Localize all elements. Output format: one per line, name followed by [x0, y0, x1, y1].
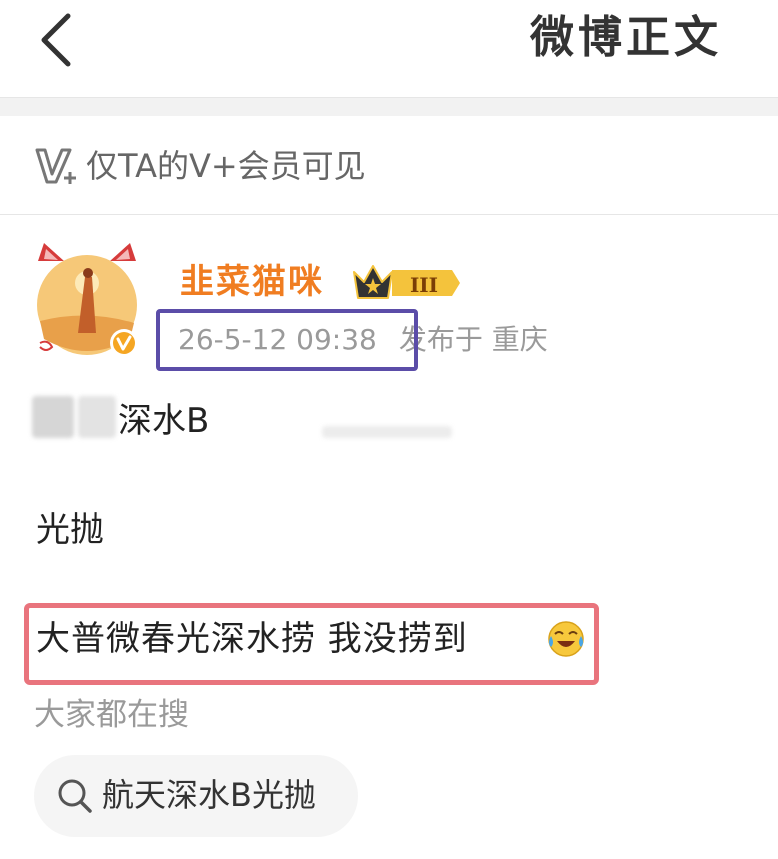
crown-level-badge-icon: III — [353, 265, 460, 299]
divider-band — [0, 97, 778, 116]
top-bar: 微博正文 — [0, 0, 778, 97]
blurred-text — [322, 426, 452, 438]
blurred-text — [32, 396, 74, 438]
search-suggestion-text: 航天深水B光抛 — [102, 776, 316, 814]
blurred-text — [78, 396, 116, 438]
avatar[interactable] — [30, 243, 144, 361]
author-name[interactable]: 韭菜猫咪 — [180, 260, 324, 304]
page-title: 微博正文 — [530, 12, 722, 63]
laugh-cry-emoji-icon — [548, 621, 584, 657]
chevron-left-icon[interactable] — [30, 10, 90, 70]
vplus-member-icon — [35, 148, 76, 184]
post-line-3: 大普微春光深水捞 我没捞到 — [36, 619, 468, 659]
visibility-text: 仅TA的V+会员可见 — [86, 147, 366, 185]
search-suggestion-chip[interactable]: 航天深水B光抛 — [34, 755, 358, 837]
post-location: 发布于 重庆 — [398, 323, 548, 356]
trending-search-label: 大家都在搜 — [34, 697, 189, 733]
badge-level-text: III — [410, 273, 438, 297]
post-line-1: 深水B — [118, 401, 210, 441]
time-highlight-box — [156, 309, 418, 371]
post-line-2: 光抛 — [36, 510, 104, 550]
search-icon — [58, 779, 92, 813]
